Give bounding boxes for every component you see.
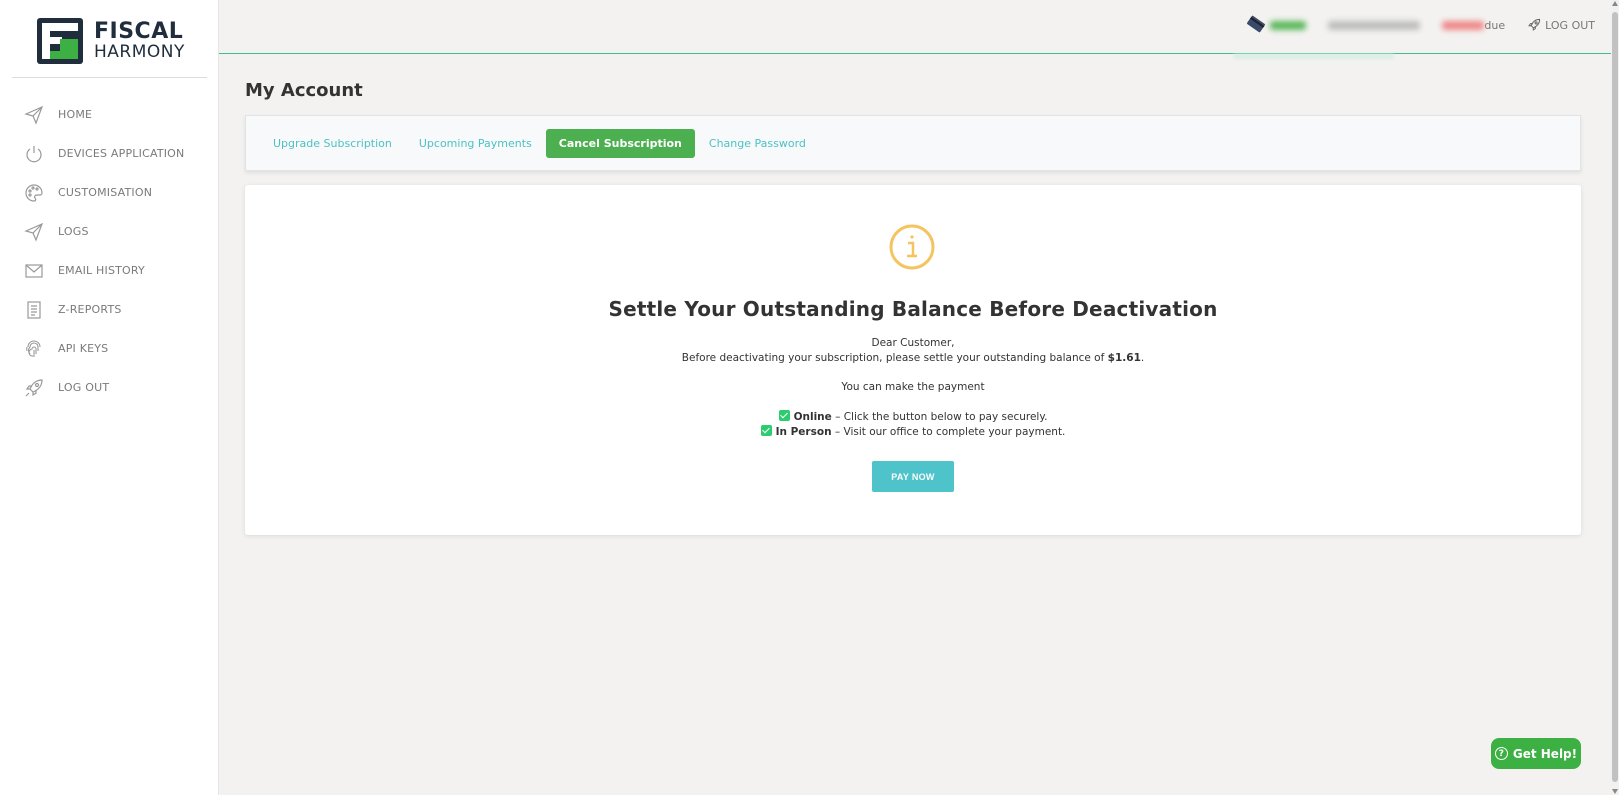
account-menu-redacted bbox=[1328, 20, 1421, 30]
pay-now-button[interactable]: PAY NOW bbox=[872, 461, 954, 492]
outstanding-amount: $1.61 bbox=[1107, 352, 1141, 364]
brand-line-1: FISCAL bbox=[94, 19, 184, 44]
tab-upgrade-subscription[interactable]: Upgrade Subscription bbox=[273, 137, 392, 150]
balance-due-redacted bbox=[1442, 20, 1485, 30]
notice-message-suffix: . bbox=[1140, 352, 1145, 364]
sidebar-divider bbox=[12, 77, 207, 78]
fingerprint-icon bbox=[23, 338, 45, 360]
sidebar-nav: HOME DEVICES APPLICATION CUSTOMISATION L… bbox=[0, 95, 219, 407]
sidebar-item-email-history[interactable]: EMAIL HISTORY bbox=[0, 251, 219, 290]
logout-label: LOG OUT bbox=[1545, 18, 1595, 32]
tab-upcoming-payments[interactable]: Upcoming Payments bbox=[419, 137, 532, 150]
payment-option-online: Online – Click the button below to pay s… bbox=[245, 410, 1581, 423]
tab-change-password[interactable]: Change Password bbox=[709, 137, 806, 150]
sidebar-item-label: LOGS bbox=[58, 225, 89, 238]
sidebar-item-label: HOME bbox=[58, 108, 93, 121]
scroll-up-icon[interactable] bbox=[1612, 1, 1618, 6]
scroll-thumb[interactable] bbox=[1612, 12, 1618, 782]
sidebar-item-api-keys[interactable]: API KEYS bbox=[0, 329, 219, 368]
account-tabs: Upgrade Subscription Upcoming Payments C… bbox=[245, 115, 1581, 171]
sidebar-item-label: API KEYS bbox=[58, 342, 109, 355]
brand-logo[interactable]: FISCAL HARMONY bbox=[36, 16, 186, 66]
card-icon bbox=[1245, 15, 1267, 36]
sidebar-item-customisation[interactable]: CUSTOMISATION bbox=[0, 173, 219, 212]
page-title: My Account bbox=[245, 80, 363, 101]
brand-line-2: HARMONY bbox=[94, 42, 185, 62]
active-menu-indicator bbox=[1234, 54, 1394, 59]
top-bar-actions: due LOG OUT bbox=[1223, 14, 1595, 36]
sidebar-item-label: LOG OUT bbox=[58, 381, 110, 394]
palette-icon bbox=[23, 182, 45, 204]
sidebar: FISCAL HARMONY HOME DEVICES APPLICATION … bbox=[0, 0, 219, 795]
get-help-label: Get Help! bbox=[1512, 746, 1578, 761]
sidebar-item-log-out[interactable]: LOG OUT bbox=[0, 368, 219, 407]
rocket-icon bbox=[1527, 18, 1541, 32]
sidebar-item-devices-application[interactable]: DEVICES APPLICATION bbox=[0, 134, 219, 173]
payment-option-in-person: In Person – Visit our office to complete… bbox=[245, 425, 1581, 438]
document-icon bbox=[23, 299, 45, 321]
page-scrollbar[interactable] bbox=[1611, 0, 1619, 795]
paper-plane-icon bbox=[23, 104, 45, 126]
option-inperson-title: In Person bbox=[775, 426, 832, 438]
balance-due-item[interactable]: due bbox=[1442, 19, 1505, 32]
power-icon bbox=[23, 143, 45, 165]
payment-intro: You can make the payment bbox=[841, 381, 985, 393]
sidebar-item-label: Z-REPORTS bbox=[58, 303, 122, 316]
sidebar-item-z-reports[interactable]: Z-REPORTS bbox=[0, 290, 219, 329]
envelope-icon bbox=[23, 260, 45, 282]
cancel-subscription-panel: Settle Your Outstanding Balance Before D… bbox=[245, 185, 1581, 535]
checkmark-icon bbox=[760, 425, 772, 436]
get-help-button[interactable]: ? Get Help! bbox=[1491, 738, 1581, 769]
scroll-down-icon[interactable] bbox=[1612, 789, 1618, 794]
option-inperson-desc: – Visit our office to complete your paym… bbox=[831, 426, 1066, 438]
notice-heading: Settle Your Outstanding Balance Before D… bbox=[608, 297, 1218, 321]
due-label: due bbox=[1484, 18, 1506, 32]
sidebar-item-logs[interactable]: LOGS bbox=[0, 212, 219, 251]
logout-link[interactable]: LOG OUT bbox=[1527, 18, 1595, 32]
rocket-icon bbox=[23, 377, 45, 399]
option-online-desc: – Click the button below to pay securely… bbox=[831, 411, 1048, 423]
notice-message: Before deactivating your subscription, p… bbox=[245, 352, 1581, 364]
brand-name: FISCAL HARMONY bbox=[94, 21, 185, 61]
account-menu-item[interactable] bbox=[1328, 20, 1421, 30]
account-status-redacted bbox=[1270, 20, 1307, 30]
sidebar-item-label: CUSTOMISATION bbox=[58, 186, 153, 199]
sidebar-item-home[interactable]: HOME bbox=[0, 95, 219, 134]
account-status-item[interactable] bbox=[1245, 15, 1307, 36]
question-icon: ? bbox=[1494, 747, 1508, 760]
option-online-title: Online bbox=[793, 411, 832, 423]
notice-message-prefix: Before deactivating your subscription, p… bbox=[681, 352, 1108, 364]
sidebar-item-label: DEVICES APPLICATION bbox=[58, 147, 185, 160]
top-bar: due LOG OUT bbox=[219, 0, 1611, 54]
tab-cancel-subscription[interactable]: Cancel Subscription bbox=[545, 128, 695, 158]
sidebar-item-label: EMAIL HISTORY bbox=[58, 264, 145, 277]
info-icon bbox=[888, 223, 936, 271]
logo-mark-icon bbox=[36, 17, 84, 65]
checkmark-icon bbox=[778, 410, 790, 421]
notice-greeting: Dear Customer, bbox=[871, 337, 955, 349]
paper-plane-icon bbox=[23, 221, 45, 243]
